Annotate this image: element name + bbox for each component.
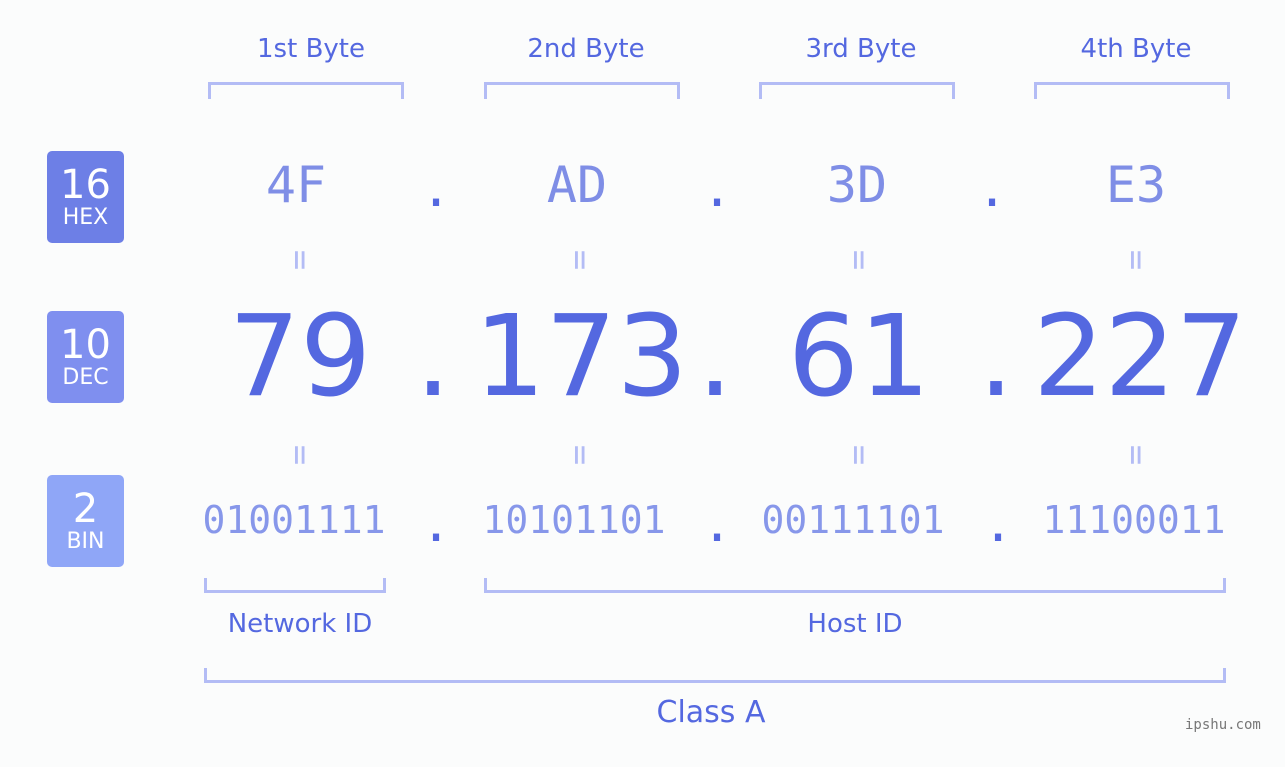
dec-separator: . [415,292,451,422]
byte-header-2: 2nd Byte [527,34,645,64]
bin-badge-number: 2 [72,486,99,532]
dec-separator: . [978,292,1014,422]
hex-octet-4: E3 [1105,156,1167,214]
dec-badge: 10 DEC [47,311,124,403]
network-id-label: Network ID [227,609,373,639]
equals-icon: = [1116,249,1156,271]
dec-badge-label: DEC [62,365,109,390]
dec-separator: . [697,292,733,422]
dec-octet-3: 61 [787,292,931,422]
equals-icon: = [280,249,320,271]
bin-octet-4: 11100011 [1042,498,1226,542]
dec-octet-1: 79 [228,292,372,422]
hex-octet-1: 4F [265,156,327,214]
hex-badge: 16 HEX [47,151,124,243]
watermark: ipshu.com [1185,717,1261,733]
byte-bracket-3 [759,82,955,99]
bin-separator: . [701,495,733,553]
equals-icon: = [1116,444,1156,466]
bin-badge-label: BIN [66,529,105,554]
equals-icon: = [839,444,879,466]
class-bracket [204,668,1226,683]
hex-separator: . [976,160,1008,218]
dec-badge-number: 10 [60,322,111,368]
bin-separator: . [982,495,1014,553]
equals-icon: = [560,249,600,271]
bin-octet-3: 00111101 [761,498,945,542]
byte-header-1: 1st Byte [257,34,365,64]
equals-icon: = [560,444,600,466]
dec-octet-2: 173 [474,292,688,422]
hex-octet-3: 3D [826,156,888,214]
class-label: Class A [656,695,766,730]
byte-header-4: 4th Byte [1080,34,1192,64]
byte-bracket-1 [208,82,404,99]
hex-badge-label: HEX [62,205,109,230]
network-id-bracket [204,578,386,593]
byte-bracket-4 [1034,82,1230,99]
bin-octet-2: 10101101 [482,498,666,542]
equals-icon: = [839,249,879,271]
dec-octet-4: 227 [1033,292,1247,422]
hex-badge-number: 16 [60,162,111,208]
hex-separator: . [420,160,452,218]
hex-octet-2: AD [546,156,608,214]
host-id-bracket [484,578,1226,593]
bin-separator: . [420,495,452,553]
byte-bracket-2 [484,82,680,99]
bin-badge: 2 BIN [47,475,124,567]
host-id-label: Host ID [807,609,903,639]
equals-icon: = [280,444,320,466]
hex-separator: . [701,160,733,218]
bin-octet-1: 01001111 [202,498,386,542]
byte-header-3: 3rd Byte [805,34,917,64]
